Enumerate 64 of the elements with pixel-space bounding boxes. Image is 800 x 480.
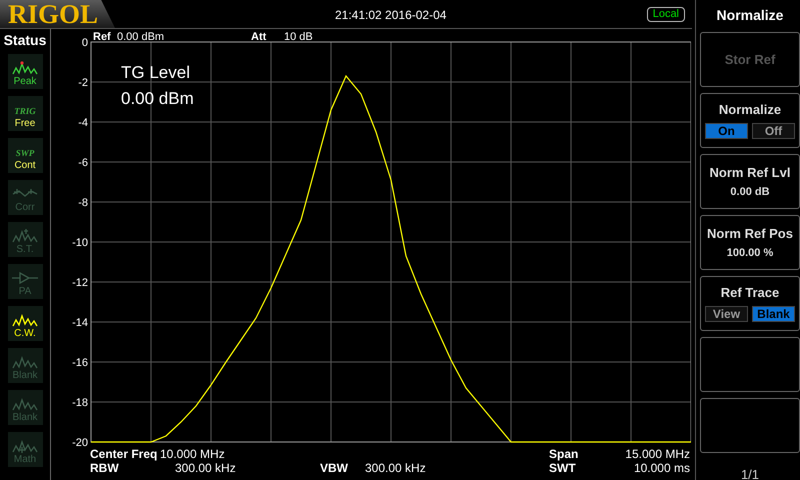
readout-value: 300.00 kHz: [365, 461, 426, 475]
softkey-value: 100.00 %: [726, 247, 774, 259]
ref-value: 0.00 dBm: [117, 31, 164, 43]
y-tick-label: -2: [78, 77, 88, 89]
status-caption: TRIG: [14, 106, 36, 116]
menu-title: Normalize: [716, 6, 784, 25]
softkey-button[interactable]: Norm Ref Lvl 0.00 dB: [700, 154, 800, 209]
softkey-button[interactable]: Norm Ref Pos 100.00 %: [700, 215, 800, 270]
wave-icon: [11, 228, 39, 244]
toggle-option[interactable]: View: [705, 306, 748, 322]
status-label: Corr: [15, 202, 35, 213]
date-time: 21:41:02 2016-02-04: [335, 8, 446, 22]
softkey-button[interactable]: Ref Trace View Blank: [700, 276, 800, 331]
status-label: Free: [14, 118, 36, 129]
wave-icon: [11, 438, 39, 454]
readout-label: VBW: [320, 461, 349, 475]
y-tick-label: 0: [82, 37, 88, 49]
y-tick-label: -12: [72, 277, 88, 289]
y-tick-label: -16: [72, 357, 88, 369]
peak-wave-icon: [11, 60, 39, 76]
readout-label: Center Freq: [90, 447, 158, 461]
status-label: Blank: [12, 370, 38, 381]
y-tick-label: -14: [72, 317, 88, 329]
y-tick-label: -4: [78, 117, 88, 129]
att-value: 10 dB: [284, 31, 313, 43]
readout-value: 10.000 MHz: [160, 447, 225, 461]
status-title: Status: [4, 32, 46, 48]
readout-value: 300.00 kHz: [175, 461, 236, 475]
status-label: PA: [18, 286, 32, 297]
readout-label: SWT: [549, 461, 577, 475]
status-label: C.W.: [14, 328, 36, 339]
status-caption: SWP: [16, 148, 34, 158]
status-label: Blank: [12, 412, 38, 423]
softkey-button[interactable]: [700, 337, 800, 392]
y-tick-label: -20: [72, 437, 88, 447]
amplifier-icon: [11, 270, 39, 286]
readout-value: 10.000 ms: [634, 461, 690, 475]
status-label: S.T.: [16, 244, 34, 255]
wave-icon: [11, 396, 39, 412]
att-label: Att: [251, 31, 266, 43]
wave-icon: [11, 312, 39, 328]
y-tick-label: -18: [72, 397, 88, 409]
toggle-option[interactable]: Off: [752, 123, 795, 139]
readout-label: Span: [549, 447, 580, 461]
softkey-value: 0.00 dB: [730, 186, 770, 198]
overlay-text: 0.00 dBm: [121, 89, 194, 108]
wave-icon: [11, 354, 39, 370]
readout-label: RBW: [90, 461, 120, 475]
remote-state-badge: Local: [646, 7, 685, 22]
status-label: Peak: [14, 76, 36, 87]
softkey-button[interactable]: Normalize On Off: [700, 93, 800, 148]
status-label: Math: [14, 454, 36, 465]
page-indicator: 1/1: [740, 467, 760, 480]
overlay-text: TG Level: [121, 63, 190, 82]
y-tick-label: -6: [78, 157, 88, 169]
toggle-option[interactable]: Blank: [752, 306, 795, 322]
status-label: Cont: [14, 160, 36, 171]
logo-text: RIGOL: [8, 0, 98, 30]
softkey-button[interactable]: [700, 398, 800, 453]
toggle-option[interactable]: On: [705, 123, 748, 139]
readout-value: 15.000 MHz: [625, 447, 690, 461]
y-tick-label: -10: [72, 237, 88, 249]
y-tick-label: -8: [78, 197, 88, 209]
ref-label: Ref: [93, 31, 111, 43]
